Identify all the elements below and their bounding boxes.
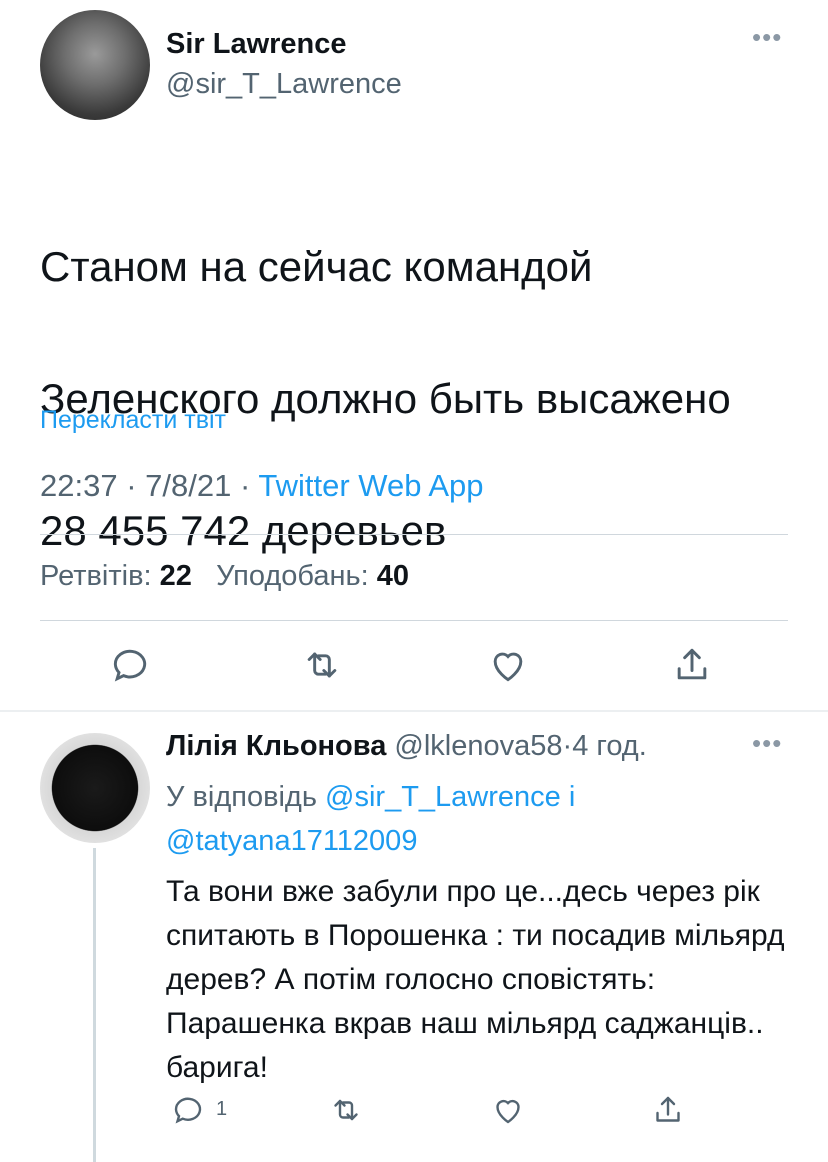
reply-author-handle[interactable]: @lklenova58	[394, 730, 562, 762]
reply-time[interactable]: 4 год.	[572, 730, 647, 762]
retweets-label[interactable]: Ретвітів:	[40, 560, 152, 592]
tweet-date[interactable]: 7/8/21	[145, 468, 231, 503]
avatar[interactable]	[40, 10, 150, 120]
meta-separator: ·	[126, 468, 137, 503]
replying-to-label: У відповідь	[166, 781, 317, 813]
likes-count[interactable]: 40	[377, 560, 409, 592]
reply-avatar[interactable]	[40, 733, 150, 843]
tweet-meta: 22:37 · 7/8/21 · Twitter Web App	[40, 468, 484, 504]
retweet-icon[interactable]	[328, 1092, 364, 1128]
retweet-icon[interactable]	[300, 643, 344, 687]
share-icon[interactable]	[670, 643, 714, 687]
reply-text: Та вони вже забули про це...десь через р…	[166, 875, 785, 1084]
likes-label[interactable]: Уподобань:	[216, 560, 369, 592]
translate-tweet-link[interactable]: Перекласти твіт	[40, 406, 226, 435]
tweet-time[interactable]: 22:37	[40, 468, 118, 503]
mention-link[interactable]: @tatyana17112009	[166, 825, 417, 857]
reply-author-name[interactable]: Лілія Кльонова	[166, 730, 386, 762]
thread-line	[93, 848, 96, 1162]
like-icon[interactable]	[486, 643, 530, 687]
divider	[40, 620, 788, 621]
tweet-text-line: Станом на сейчас командой	[40, 243, 593, 290]
reply-header: Лілія Кльонова @lklenova58·4 год.	[166, 730, 647, 763]
mention-conjunction: і	[568, 781, 576, 813]
reply-icon[interactable]	[170, 1092, 206, 1128]
like-icon[interactable]	[490, 1092, 526, 1128]
divider	[40, 534, 788, 535]
share-icon[interactable]	[650, 1092, 686, 1128]
author-handle[interactable]: @sir_T_Lawrence	[166, 68, 402, 101]
replying-to: У відповідь @sir_T_Lawrence і @tatyana17…	[166, 775, 746, 863]
tweet-text-line: 28 455 742 деревьев	[40, 507, 447, 554]
more-options-icon[interactable]: •••	[752, 22, 782, 53]
retweets-count[interactable]: 22	[160, 560, 192, 592]
meta-separator: ·	[239, 468, 251, 503]
tweet-source[interactable]: Twitter Web App	[258, 468, 483, 503]
reply-icon[interactable]	[108, 643, 152, 687]
author-name[interactable]: Sir Lawrence	[166, 28, 347, 61]
tweet-stats: Ретвітів: 22 Уподобань: 40	[40, 560, 409, 593]
meta-separator: ·	[562, 730, 573, 762]
section-divider	[0, 710, 828, 712]
reply-more-options-icon[interactable]: •••	[752, 728, 782, 759]
reply-count: 1	[216, 1098, 228, 1120]
mention-link[interactable]: @sir_T_Lawrence	[325, 781, 561, 813]
